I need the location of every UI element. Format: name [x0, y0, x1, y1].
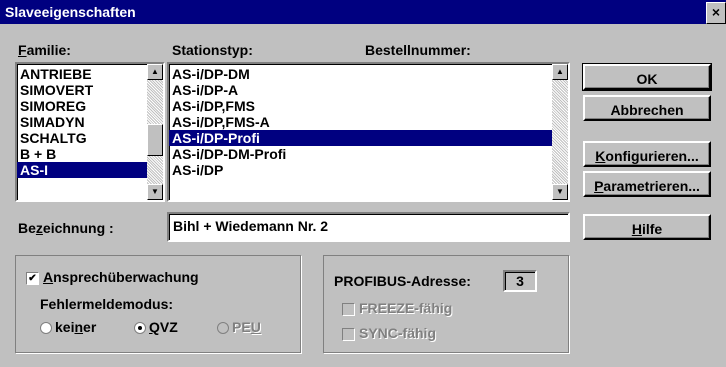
parametrieren-button[interactable]: Parametrieren...	[583, 171, 711, 197]
bezeichnung-input[interactable]: Bihl + Wiedemann Nr. 2	[167, 212, 570, 242]
checkbox-disabled-icon	[342, 302, 355, 316]
hilfe-button[interactable]: Hilfe	[583, 214, 711, 240]
list-item[interactable]: SIMOVERT	[17, 82, 147, 98]
scroll-up-icon[interactable]: ▲	[147, 64, 163, 80]
scroll-up-icon[interactable]: ▲	[552, 64, 568, 80]
list-item[interactable]: ANTRIEBE	[17, 66, 147, 82]
checkbox-disabled-icon	[342, 327, 355, 341]
list-item[interactable]: SIMOREG	[17, 98, 147, 114]
familie-scrollbar[interactable]: ▲ ▼	[147, 64, 163, 200]
list-item[interactable]: AS-i/DP	[169, 162, 552, 178]
fehlermeldemodus-label: Fehlermeldemodus:	[40, 296, 174, 312]
ueberwachung-group: ✔ Ansprechüberwachung Fehlermeldemodus: k…	[15, 255, 301, 353]
ok-button[interactable]: OK	[582, 63, 712, 91]
freeze-checkbox: FREEZE-fähig	[342, 300, 452, 316]
profibus-adresse-field: 3	[503, 270, 537, 292]
list-item[interactable]: B + B	[17, 146, 147, 162]
stationstyp-label: Stationstyp:	[172, 42, 253, 58]
list-item[interactable]: AS-i/DP,FMS-A	[169, 114, 552, 130]
radio-on-icon[interactable]	[134, 322, 146, 335]
profibus-group: PROFIBUS-Adresse: 3 FREEZE-fähig SYNC-fä…	[323, 255, 569, 353]
scroll-down-icon[interactable]: ▼	[552, 184, 568, 200]
list-item[interactable]: AS-I	[17, 162, 147, 178]
list-item[interactable]: AS-i/DP-DM-Profi	[169, 146, 552, 162]
scroll-down-icon[interactable]: ▼	[147, 184, 163, 200]
checkbox-checked-icon[interactable]: ✔	[26, 271, 39, 285]
radio-peu: PEU	[217, 319, 261, 335]
list-item[interactable]: AS-i/DP-Profi	[169, 130, 552, 146]
list-item[interactable]: AS-i/DP,FMS	[169, 98, 552, 114]
sync-checkbox: SYNC-fähig	[342, 325, 436, 341]
list-item[interactable]: SCHALTG	[17, 130, 147, 146]
radio-keiner[interactable]: keiner	[40, 319, 96, 335]
konfigurieren-button[interactable]: Konfigurieren...	[583, 141, 711, 167]
ansprechueberwachung-checkbox[interactable]: ✔ Ansprechüberwachung	[26, 269, 199, 285]
list-item[interactable]: AS-i/DP-DM	[169, 66, 552, 82]
bezeichnung-label: Bezeichnung :	[18, 220, 114, 236]
stationstyp-scrollbar[interactable]: ▲ ▼	[552, 64, 568, 200]
stationstyp-items: AS-i/DP-DM AS-i/DP-A AS-i/DP,FMS AS-i/DP,FM…	[169, 66, 552, 178]
list-item[interactable]: SIMADYN	[17, 114, 147, 130]
list-item[interactable]: AS-i/DP-A	[169, 82, 552, 98]
profibus-adresse-label: PROFIBUS-Adresse:	[334, 273, 471, 289]
title-bar[interactable]: Slaveeigenschaften ×	[0, 0, 726, 24]
scroll-thumb[interactable]	[147, 124, 163, 156]
bestellnummer-label: Bestellnummer:	[365, 42, 471, 58]
stationstyp-listbox[interactable]: AS-i/DP-DM AS-i/DP-A AS-i/DP,FMS AS-i/DP,FM…	[167, 62, 570, 202]
familie-items: ANTRIEBE SIMOVERT SIMOREG SIMADYN SCHALTG B +…	[17, 66, 147, 178]
window-title: Slaveeigenschaften	[5, 4, 136, 20]
radio-qvz[interactable]: QVZ	[134, 319, 178, 335]
bezeichnung-value: Bihl + Wiedemann Nr. 2	[173, 218, 329, 234]
familie-listbox[interactable]: ANTRIEBE SIMOVERT SIMOREG SIMADYN SCHALTG B +…	[15, 62, 165, 202]
familie-label: Familie:	[18, 42, 71, 58]
abbrechen-button[interactable]: Abbrechen	[583, 95, 711, 121]
radio-disabled-icon	[217, 322, 229, 335]
close-button[interactable]: ×	[706, 2, 726, 24]
radio-off-icon[interactable]	[40, 322, 52, 335]
